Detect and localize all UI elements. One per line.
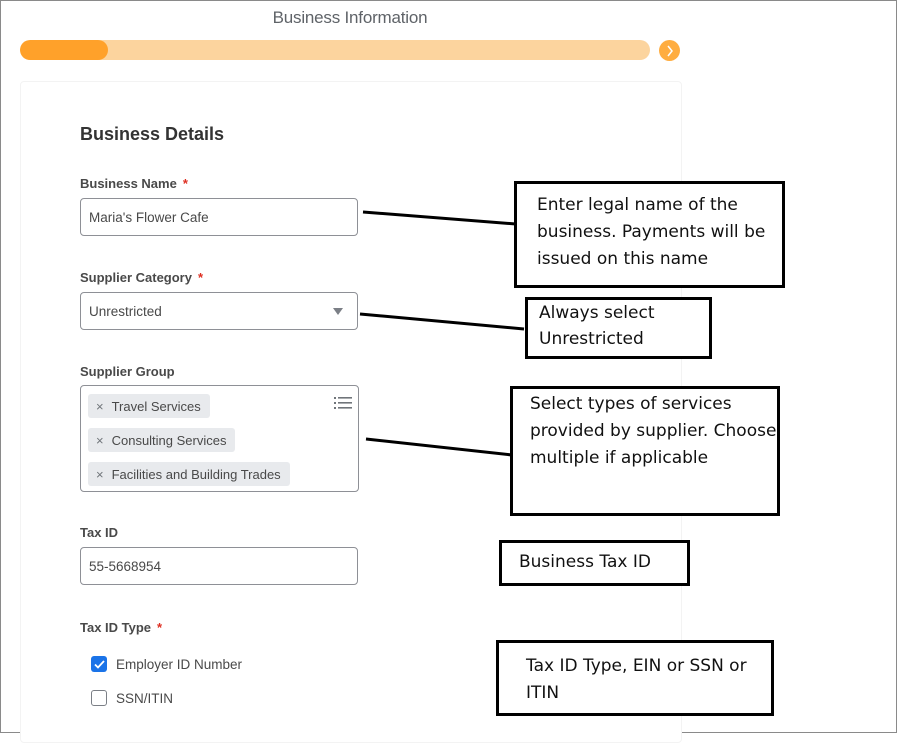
connector-line	[362, 210, 517, 226]
connector-line	[365, 437, 513, 457]
connector-line	[359, 312, 525, 331]
annotation-connectors	[359, 210, 525, 457]
annotation-tax-id: Business Tax ID	[499, 540, 690, 586]
annotation-supplier-category: Always select Unrestricted	[525, 297, 712, 359]
annotation-business-name: Enter legal name of the business. Paymen…	[514, 181, 785, 288]
annotation-supplier-group: Select types of services provided by sup…	[510, 386, 780, 516]
annotation-tax-id-type: Tax ID Type, EIN or SSN or ITIN	[496, 640, 774, 716]
